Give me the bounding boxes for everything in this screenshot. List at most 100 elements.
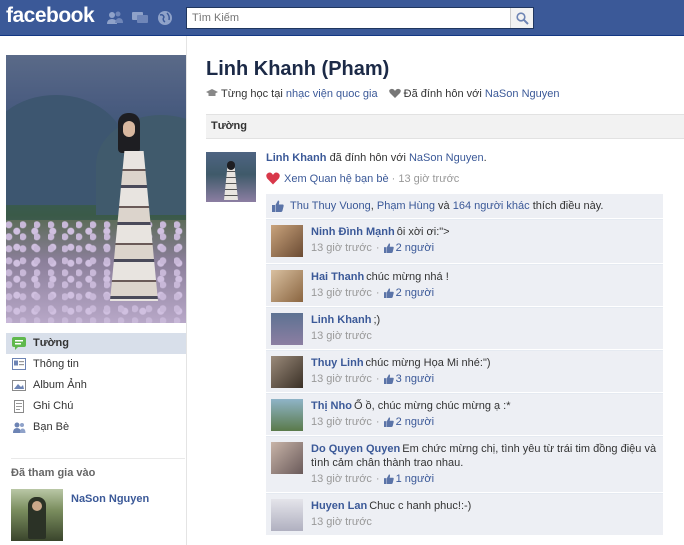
search-input[interactable] <box>187 8 511 28</box>
comment: Ninh Đình Mạnh ôi xời ơi:"> 13 giờ trước ·… <box>266 219 663 263</box>
comment: Linh Khanh;) 13 giờ trước <box>266 307 663 349</box>
comment-timestamp[interactable]: 13 giờ trước <box>311 330 372 342</box>
like-thumb-icon <box>383 243 394 253</box>
top-bar: facebook <box>0 0 684 36</box>
commenter-avatar[interactable] <box>271 442 303 474</box>
nav-item-photos[interactable]: Album Ảnh <box>6 375 186 396</box>
joined-avatar[interactable] <box>11 489 63 541</box>
wall-tab[interactable]: Tường <box>206 114 684 139</box>
messages-icon[interactable] <box>131 10 149 26</box>
comment-timestamp[interactable]: 13 giờ trước <box>311 473 372 485</box>
nav-item-label: Album Ảnh <box>33 379 87 391</box>
like-thumb-icon <box>383 417 394 427</box>
view-friendship-link[interactable]: Xem Quan hệ bạn bè <box>284 173 389 185</box>
post-timestamp[interactable]: 13 giờ trước <box>398 173 459 185</box>
nav-item-label: Tường <box>33 337 69 349</box>
comment-timestamp[interactable]: 13 giờ trước <box>311 287 372 299</box>
commenter-avatar[interactable] <box>271 399 303 431</box>
comment-likes-link[interactable]: 2 người <box>396 416 434 428</box>
wall-icon <box>12 337 26 350</box>
meta-separator: · <box>391 173 396 185</box>
info-icon <box>12 358 26 371</box>
column-divider <box>186 36 187 545</box>
school-link[interactable]: nhạc viện quoc gia <box>286 88 378 100</box>
comment-text: ôi xời ơi:"> <box>396 226 450 238</box>
commenter-avatar[interactable] <box>271 270 303 302</box>
comment-likes-link[interactable]: 2 người <box>396 287 434 299</box>
comment-timestamp[interactable]: 13 giờ trước <box>311 373 372 385</box>
likes-bar: Thu Thuy Vuong, Phạm Hùng và 164 người k… <box>266 194 663 218</box>
post-target-link[interactable]: NaSon Nguyen <box>409 152 484 164</box>
engaged-prefix: Đã đính hôn với <box>403 88 482 100</box>
comment-timestamp[interactable]: 13 giờ trước <box>311 242 372 254</box>
comment: Thuy Linh chúc mừng Họa Mi nhé:") 13 giờ … <box>266 350 663 392</box>
profile-info-line: Từng học tại nhạc viện quoc gia Đã đính … <box>206 88 559 100</box>
comment-text: chúc mừng Họa Mi nhé:") <box>365 357 491 369</box>
friends-icon <box>12 421 26 434</box>
commenter-name-link[interactable]: Do Quyen Quyen <box>311 443 400 455</box>
commenter-name-link[interactable]: Ninh Đình Mạnh <box>311 226 395 238</box>
post-actor-link[interactable]: Linh Khanh <box>266 152 327 164</box>
joined-section-title: Đã tham gia vào <box>11 458 185 479</box>
nav-item-wall[interactable]: Tường <box>6 333 186 354</box>
commenter-name-link[interactable]: Linh Khanh <box>311 314 372 326</box>
comment: Huyen Lan Chuc c hanh phuc!:-) 13 giờ trư… <box>266 493 663 535</box>
commenter-avatar[interactable] <box>271 499 303 531</box>
comment-timestamp[interactable]: 13 giờ trước <box>311 416 372 428</box>
likes-comma: , <box>370 200 374 212</box>
post-author-avatar[interactable] <box>206 152 256 202</box>
relationship-heart-icon <box>266 172 280 185</box>
friend-requests-icon[interactable] <box>106 10 124 26</box>
profile-picture[interactable] <box>6 55 186 323</box>
partner-link[interactable]: NaSon Nguyen <box>485 88 560 100</box>
comment: Hai Thanh chúc mừng nhá ! 13 giờ trước · 2 … <box>266 264 663 306</box>
commenter-name-link[interactable]: Hai Thanh <box>311 271 364 283</box>
likes-and: và <box>438 200 450 212</box>
post-target-suffix: . <box>483 152 487 164</box>
studied-prefix: Từng học tại <box>221 88 283 100</box>
comment-likes-link[interactable]: 3 người <box>396 373 434 385</box>
like-thumb-icon <box>272 200 284 212</box>
nav-item-friends[interactable]: Bạn Bè <box>6 417 186 438</box>
nav-item-label: Ghi Chú <box>33 400 74 412</box>
commenter-avatar[interactable] <box>271 313 303 345</box>
search-button[interactable] <box>510 8 533 28</box>
profile-nav: Tường Thông tin Album Ảnh Ghi Chú Bạn Bè <box>6 333 186 438</box>
commenter-name-link[interactable]: Thuy Linh <box>311 357 364 369</box>
comments-list: Ninh Đình Mạnh ôi xời ơi:"> 13 giờ trước ·… <box>266 219 663 535</box>
comment-likes-link[interactable]: 1 người <box>396 473 434 485</box>
post-meta: Xem Quan hệ bạn bè · 13 giờ trước <box>266 172 459 185</box>
likes-suffix: thích điều này. <box>532 200 604 212</box>
comment: Do Quyen Quyen Em chức mừng chị, tình yêu… <box>266 436 663 492</box>
search-box <box>186 7 534 29</box>
comment: Thị Nho Ố ồ, chúc mừng chúc mừng ạ :* 13 … <box>266 393 663 435</box>
commenter-name-link[interactable]: Thị Nho <box>311 400 352 412</box>
nav-item-label: Thông tin <box>33 358 79 370</box>
other-likers-link[interactable]: 164 người khác <box>453 200 530 212</box>
commenter-name-link[interactable]: Huyen Lan <box>311 500 367 512</box>
comment-timestamp[interactable]: 13 giờ trước <box>311 516 372 528</box>
comment-text: ;) <box>373 314 381 326</box>
post-story: Linh Khanh đã đính hôn với NaSon Nguyen. <box>266 152 487 164</box>
joined-name-link[interactable]: NaSon Nguyen <box>71 493 149 505</box>
education-icon <box>206 89 218 96</box>
search-icon <box>516 12 529 25</box>
nav-item-label: Bạn Bè <box>33 421 70 433</box>
like-thumb-icon <box>383 474 394 484</box>
notifications-globe-icon[interactable] <box>156 10 174 26</box>
like-thumb-icon <box>383 374 394 384</box>
photos-icon <box>12 379 26 392</box>
liker-link[interactable]: Thu Thuy Vuong <box>290 200 371 212</box>
heart-icon <box>388 88 401 98</box>
facebook-logo[interactable]: facebook <box>6 4 95 28</box>
comment-text: Ố ồ, chúc mừng chúc mừng ạ :* <box>353 400 511 412</box>
commenter-avatar[interactable] <box>271 356 303 388</box>
nav-item-info[interactable]: Thông tin <box>6 354 186 375</box>
notes-icon <box>12 400 26 413</box>
commenter-avatar[interactable] <box>271 225 303 257</box>
comment-text: chúc mừng nhá ! <box>366 271 449 283</box>
profile-name: Linh Khanh (Pham) <box>206 58 390 80</box>
comment-likes-link[interactable]: 2 người <box>396 242 434 254</box>
nav-item-notes[interactable]: Ghi Chú <box>6 396 186 417</box>
liker-link[interactable]: Phạm Hùng <box>377 200 435 212</box>
